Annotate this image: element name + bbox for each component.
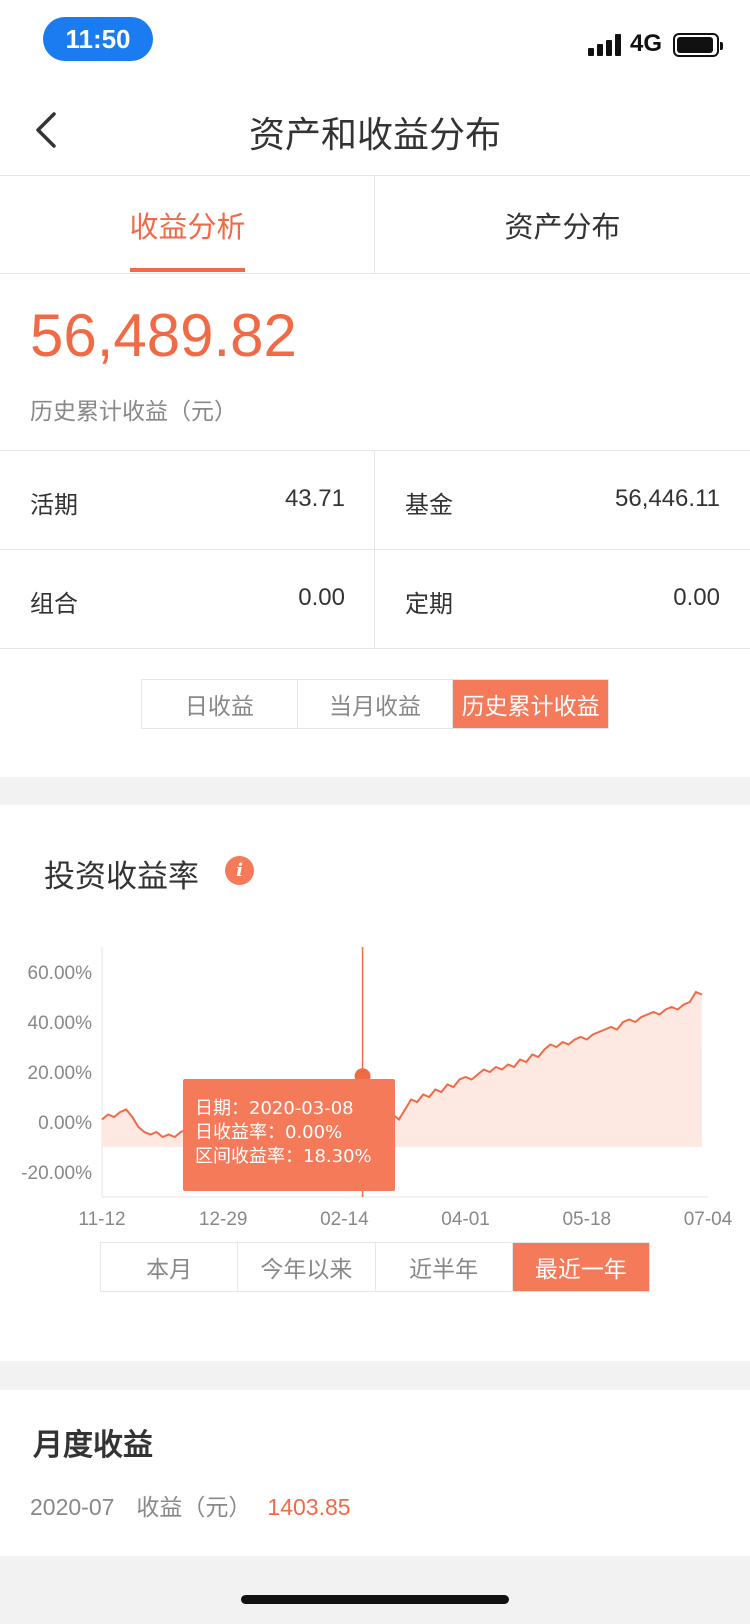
breakdown-item: 定期 0.00 (375, 550, 750, 649)
earnings-type-selector: 日收益 当月收益 历史累计收益 (141, 679, 609, 729)
tab-indicator (130, 268, 245, 272)
period-selector: 本月 今年以来 近半年 最近一年 (100, 1242, 650, 1292)
x-tick-label: 11-12 (78, 1209, 125, 1230)
y-tick-label: 0.00% (38, 1113, 92, 1134)
segment-monthly-earnings[interactable]: 当月收益 (298, 680, 454, 728)
y-tick-label: 60.00% (28, 963, 93, 984)
chart-tooltip: 日期：2020-03-08 日收益率：0.00% 区间收益率：18.30% (183, 1079, 395, 1191)
breakdown-label: 基金 (405, 491, 453, 519)
total-earnings-label: 历史累计收益（元） (30, 399, 237, 425)
breakdown-item: 组合 0.00 (0, 550, 375, 649)
battery-icon (673, 33, 723, 57)
breakdown-label: 组合 (30, 590, 78, 618)
network-type: 4G (630, 30, 663, 57)
earnings-card: 收益分析 资产分布 56,489.82 历史累计收益（元） 活期 43.71 基… (0, 176, 750, 777)
segment-daily-earnings[interactable]: 日收益 (142, 680, 298, 728)
tooltip-date: 日期：2020-03-08 (195, 1098, 354, 1119)
segment-this-month[interactable]: 本月 (101, 1243, 239, 1291)
segment-last-year[interactable]: 最近一年 (512, 1243, 649, 1291)
monthly-earnings-card: 月度收益 2020-07 收益（元） 1403.85 (0, 1390, 750, 1556)
earnings-amount: 1403.85 (267, 1494, 351, 1520)
breakdown-item: 活期 43.71 (0, 451, 375, 550)
segment-cumulative-earnings[interactable]: 历史累计收益 (453, 680, 609, 728)
nav-bar: 资产和收益分布 (0, 80, 750, 176)
breakdown-value: 43.71 (284, 485, 345, 512)
breakdown-value: 56,446.11 (615, 485, 720, 512)
info-icon[interactable]: i (225, 856, 254, 885)
breakdown-value: 0.00 (298, 584, 345, 611)
breakdown-item: 基金 56,446.11 (375, 451, 750, 550)
segment-year-to-date[interactable]: 今年以来 (238, 1243, 376, 1291)
screen: 11:50 4G 资产和收益分布 收益分析 资产分布 56,489.82 历史累… (0, 0, 750, 1624)
y-tick-label: -20.00% (21, 1163, 92, 1184)
x-tick-label: 04-01 (441, 1209, 490, 1230)
tooltip-range-return: 区间收益率：18.30% (195, 1146, 372, 1167)
status-bar: 11:50 4G (0, 0, 750, 80)
month-label: 2020-07 (30, 1494, 115, 1520)
tooltip-daily-return: 日收益率：0.00% (195, 1122, 343, 1143)
status-time: 11:50 (43, 17, 153, 61)
signal-icon (588, 34, 624, 56)
x-tick-label: 12-29 (199, 1209, 248, 1230)
section-title: 投资收益率 (44, 859, 199, 895)
y-tick-label: 40.00% (28, 1013, 93, 1034)
tab-bar: 收益分析 资产分布 (0, 176, 750, 274)
y-tick-label: 20.00% (28, 1063, 93, 1084)
breakdown-label: 活期 (30, 491, 78, 519)
monthly-summary: 2020-07 收益（元） 1403.85 (30, 1488, 351, 1522)
segment-half-year[interactable]: 近半年 (376, 1243, 513, 1291)
breakdown-label: 定期 (405, 590, 453, 618)
x-tick-label: 07-04 (684, 1209, 733, 1230)
tab-earnings-analysis[interactable]: 收益分析 (0, 176, 375, 274)
earnings-label: 收益（元） (136, 1494, 252, 1520)
home-indicator[interactable] (241, 1595, 509, 1604)
breakdown-value: 0.00 (673, 584, 720, 611)
tab-asset-distribution[interactable]: 资产分布 (375, 176, 750, 274)
page-title: 资产和收益分布 (248, 115, 501, 156)
x-tick-label: 02-14 (320, 1209, 369, 1230)
x-tick-label: 05-18 (562, 1209, 611, 1230)
total-earnings-value: 56,489.82 (30, 302, 297, 369)
grid-divider (374, 451, 375, 649)
breakdown-grid: 活期 43.71 基金 56,446.11 组合 0.00 定期 0.00 (0, 450, 750, 649)
section-title: 月度收益 (33, 1428, 153, 1463)
